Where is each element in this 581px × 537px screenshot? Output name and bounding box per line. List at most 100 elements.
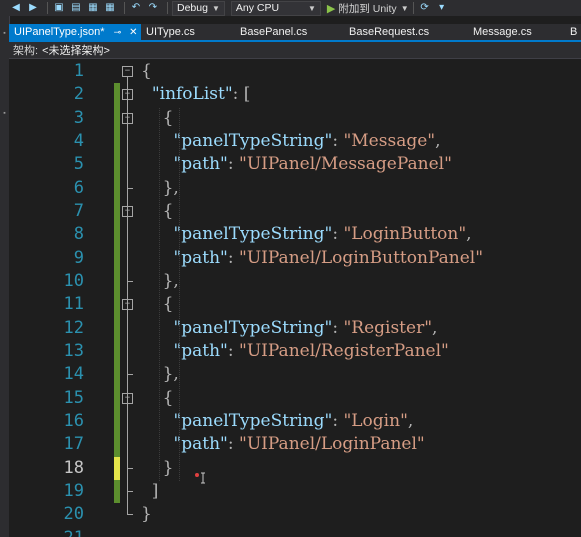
code-text: "path": "UIPanel/RegisterPanel" [141,340,449,363]
undo-icon[interactable]: ↶ [129,2,143,14]
server-explorer-tab[interactable]: ▪ [0,30,9,38]
code-text: } [141,457,174,480]
configuration-select[interactable]: Debug ▼ [172,0,225,16]
architecture-label: 架构: [13,45,39,57]
line-number: 20 [63,504,84,525]
code-line[interactable]: 20} [9,503,581,526]
code-line[interactable]: 8 "panelTypeString": "LoginButton", [9,223,581,247]
browser-link-icon[interactable]: ⟳ [418,2,432,14]
json-punctuation: , [466,224,472,245]
json-punctuation: { [141,200,174,221]
tab-label: B [570,26,578,38]
document-tabs: UIPanelType.json* ⊸ ✕ UIType.cs BasePane… [9,24,581,40]
navigation-bar: 架构: <未选择架构> [9,42,581,59]
code-line[interactable]: 9 "path": "UIPanel/LoginButtonPanel" [9,246,581,270]
tab-label: UIType.cs [146,26,195,38]
platform-select[interactable]: Any CPU ▼ [230,0,321,16]
json-punctuation: { [141,61,152,81]
json-punctuation [141,154,173,174]
close-icon[interactable]: ✕ [129,27,137,38]
json-punctuation: : [ [232,84,251,105]
json-punctuation: ] [141,480,159,501]
json-punctuation [141,224,173,244]
forward-icon[interactable]: ▶ [26,2,40,14]
code-line[interactable]: 19 ] [9,479,581,504]
code-line[interactable]: 17 "path": "UIPanel/LoginPanel" [9,433,581,457]
code-line[interactable]: 14 }, [9,363,581,387]
tab-basepanel-cs[interactable]: BasePanel.cs [234,24,344,40]
code-line[interactable]: 10 }, [9,269,581,294]
json-punctuation [141,341,173,361]
code-line[interactable]: 11− { [9,293,581,317]
code-text: "panelTypeString": "LoginButton", [141,223,472,246]
saved-change-marker [114,363,120,387]
architecture-select[interactable]: <未选择架构> [42,42,110,58]
open-file-icon[interactable]: ▤ [69,2,83,14]
json-key: "path" [173,434,228,455]
code-line[interactable]: 7− { [9,199,581,224]
json-punctuation [141,411,173,431]
json-key: "panelTypeString" [173,224,333,245]
json-punctuation: : [332,410,344,431]
fold-outline-end [127,467,133,469]
line-number: 7 [73,200,84,221]
json-string: "UIPanel/RegisterPanel" [239,340,449,361]
json-key: "panelTypeString" [173,317,333,338]
code-editor[interactable]: 1−{2− "infoList": [3− {4 "panelTypeStrin… [9,59,581,537]
back-icon[interactable]: ◀ [9,2,23,14]
json-string: "UIPanel/LoginButtonPanel" [239,247,484,268]
tab-baserequest-cs[interactable]: BaseRequest.cs [344,24,468,40]
json-punctuation [141,131,173,151]
code-line[interactable]: 5 "path": "UIPanel/MessagePanel" [9,153,581,177]
json-key: "infoList" [151,84,233,105]
fold-outline [127,309,128,375]
redo-icon[interactable]: ↷ [146,2,160,14]
pin-icon[interactable]: ⊸ [114,27,122,37]
code-line[interactable]: 21 [9,527,581,537]
saved-change-marker [114,129,120,154]
more-tools-icon[interactable]: ▾ [435,2,449,14]
attach-unity-button[interactable]: ▶ 附加到 Unity ▼ [327,1,409,16]
code-line[interactable]: 2− "infoList": [ [9,83,581,107]
line-number: 4 [73,130,84,151]
fold-outline [127,122,128,188]
saved-change-marker [114,409,120,434]
json-punctuation: , [432,317,438,338]
line-number: 16 [63,410,84,431]
line-number: 6 [73,177,84,198]
tab-message-cs[interactable]: Message.cs [468,24,568,40]
code-text: "path": "UIPanel/LoginPanel" [141,433,425,456]
tab-overflow[interactable]: B [568,24,581,40]
code-text: "infoList": [ [141,83,251,106]
code-line[interactable]: 15− { [9,386,581,410]
save-icon[interactable]: ▦ [86,2,100,14]
toolbox-tab[interactable]: ▪ [0,110,9,118]
code-line[interactable]: 12 "panelTypeString": "Register", [9,316,581,340]
json-punctuation: : [227,434,240,455]
fold-outline-end [127,187,133,189]
save-all-icon[interactable]: ▦ [103,2,117,14]
line-number: 13 [63,340,84,361]
json-punctuation: , [407,410,414,431]
toolbar-separator [412,2,414,14]
tab-label: Message.cs [473,26,532,38]
code-line[interactable]: 3− { [9,106,581,130]
code-line[interactable]: 13 "path": "UIPanel/RegisterPanel" [9,339,581,364]
tab-uipaneltype-json[interactable]: UIPanelType.json* ⊸ ✕ [9,24,141,40]
line-number: 15 [63,387,84,408]
code-line[interactable]: 4 "panelTypeString": "Message", [9,129,581,154]
code-text: "path": "UIPanel/MessagePanel" [141,153,452,176]
new-project-icon[interactable]: ▣ [52,2,66,14]
code-line[interactable]: 6 }, [9,176,581,200]
saved-change-marker [114,316,120,340]
saved-change-marker [114,479,120,504]
tab-uitype-cs[interactable]: UIType.cs [141,24,234,40]
json-punctuation: { [141,294,174,315]
toolbar-separator [167,2,168,14]
saved-change-marker [114,199,120,224]
code-line[interactable]: 18 } [9,456,581,480]
saved-change-marker [114,176,120,200]
code-line[interactable]: 16 "panelTypeString": "Login", [9,409,581,434]
code-line[interactable]: 1−{ [9,60,581,83]
json-string: "UIPanel/LoginPanel" [239,434,425,455]
